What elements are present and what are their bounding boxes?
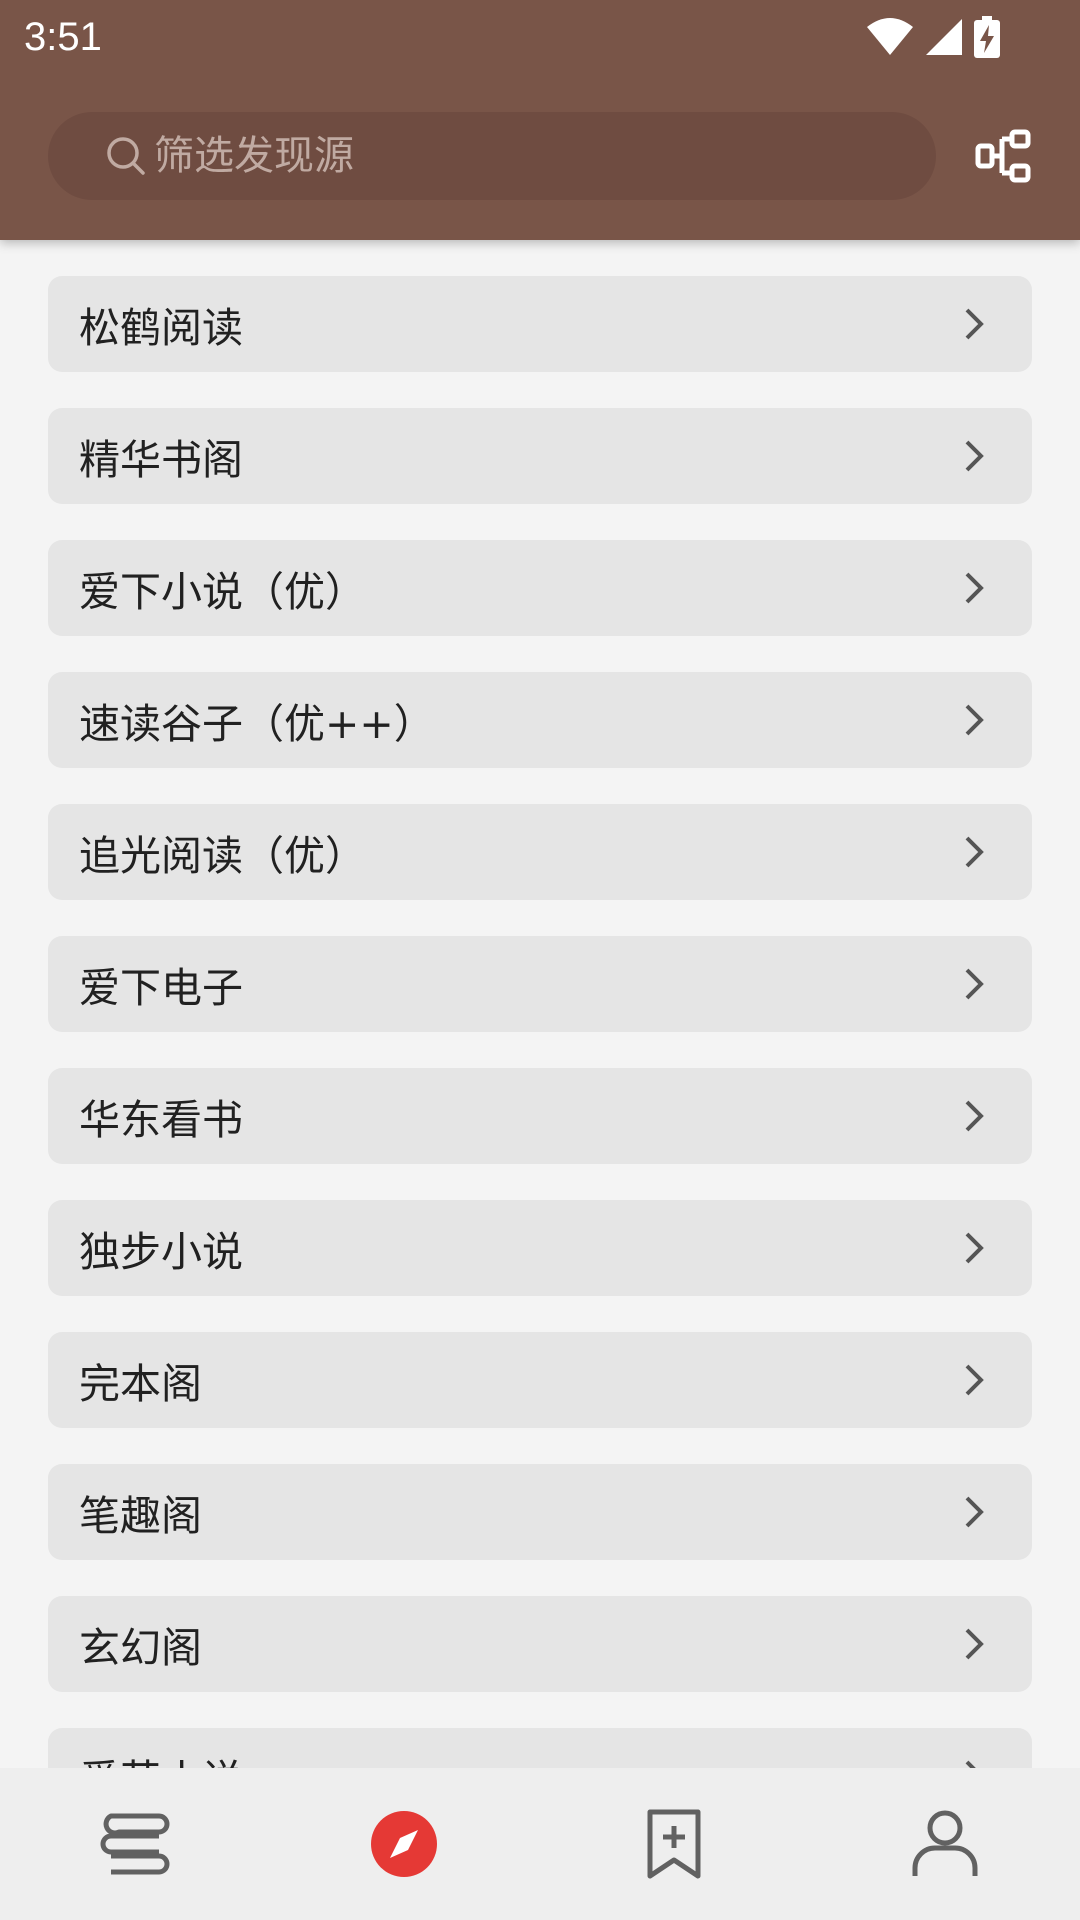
chevron-right-icon <box>965 1364 984 1396</box>
battery-charging-icon <box>974 16 1000 58</box>
explore-config-icon <box>975 129 1031 183</box>
nav-bookshelf[interactable] <box>95 1804 175 1884</box>
list-item[interactable]: 完本阁 <box>48 1332 1032 1428</box>
nav-explore[interactable] <box>364 1804 444 1884</box>
list-item-label: 玄幻阁 <box>79 1624 202 1672</box>
list-item-label: 笔趣阁 <box>79 1492 202 1540</box>
chevron-right-icon <box>965 440 984 472</box>
chevron-right-icon <box>965 1232 984 1264</box>
chevron-right-icon <box>965 968 984 1000</box>
nav-profile[interactable] <box>905 1804 985 1884</box>
explore-compass-icon <box>371 1811 437 1877</box>
list-item[interactable]: 追光阅读（优） <box>48 804 1032 900</box>
list-item-label: 追光阅读（优） <box>79 832 366 880</box>
search-input[interactable]: 筛选发现源 <box>48 112 936 200</box>
list-item-label: 爱苦小说 <box>79 1746 243 1768</box>
chevron-right-icon <box>965 308 984 340</box>
nav-rss[interactable] <box>634 1804 714 1884</box>
chevron-right-icon <box>965 1100 984 1132</box>
list-item[interactable]: 笔趣阁 <box>48 1464 1032 1560</box>
list-item[interactable]: 华东看书 <box>48 1068 1032 1164</box>
list-item[interactable]: 爱下小说（优） <box>48 540 1032 636</box>
chevron-right-icon <box>965 836 984 868</box>
list-item-label: 爱下电子 <box>79 964 243 1012</box>
search-placeholder: 筛选发现源 <box>154 133 354 179</box>
list-item-label: 独步小说 <box>79 1228 243 1276</box>
list-item-label: 华东看书 <box>79 1096 243 1144</box>
search-icon <box>104 134 148 178</box>
chevron-right-icon <box>965 1628 984 1660</box>
list-item-label: 松鹤阅读 <box>79 304 243 352</box>
chevron-right-icon <box>965 572 984 604</box>
rss-bookmark-icon <box>647 1809 701 1879</box>
profile-icon <box>912 1810 978 1876</box>
list-item[interactable]: 精华书阁 <box>48 408 1032 504</box>
wifi-icon <box>867 18 913 55</box>
list-item[interactable]: 独步小说 <box>48 1200 1032 1296</box>
bottom-navigation <box>0 1768 1080 1920</box>
list-item[interactable]: 爱苦小说 <box>48 1728 1032 1768</box>
status-icons <box>866 12 1000 62</box>
list-item[interactable]: 松鹤阅读 <box>48 276 1032 372</box>
chevron-right-icon <box>965 704 984 736</box>
signal-icon <box>926 19 962 55</box>
chevron-right-icon <box>965 1760 976 1768</box>
bookshelf-icon <box>100 1813 170 1875</box>
list-item-label: 速读谷子（优++） <box>79 700 435 748</box>
list-item-label: 完本阁 <box>79 1360 202 1408</box>
list-item[interactable]: 爱下电子 <box>48 936 1032 1032</box>
app-header: 3:51 筛选发现源 <box>0 0 1080 240</box>
list-item[interactable]: 速读谷子（优++） <box>48 672 1032 768</box>
list-item-label: 爱下小说（优） <box>79 568 366 616</box>
list-item-label: 精华书阁 <box>79 436 243 484</box>
explore-config-button[interactable] <box>968 120 1040 192</box>
explore-source-list[interactable]: 松鹤阅读 精华书阁 爱下小说（优） 速读谷子（优++） 追光阅读（优） 爱下电子… <box>0 240 1080 1768</box>
chevron-right-icon <box>965 1496 984 1528</box>
list-item[interactable]: 玄幻阁 <box>48 1596 1032 1692</box>
status-time: 3:51 <box>24 15 102 59</box>
